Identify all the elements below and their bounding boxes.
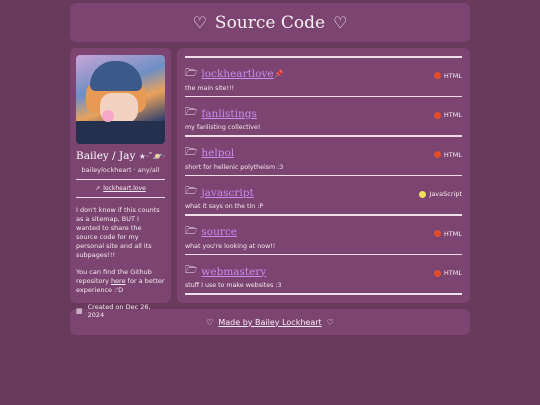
repo-language: HTML xyxy=(433,150,462,159)
repo-entry: 🗁 source what you're looking at now!! HTML xyxy=(185,216,462,254)
repo-description: what you're looking at now!! xyxy=(185,242,276,250)
repo-title-line: 🗁 fanlistings xyxy=(185,105,462,122)
repo-title-line: 🗁 helpol xyxy=(185,145,462,162)
language-color-dot xyxy=(433,230,441,237)
repo-description: my fanlisting collective! xyxy=(185,124,261,131)
profile-name-text: Bailey / Jay xyxy=(76,150,136,162)
language-label: HTML xyxy=(443,71,462,80)
page-header: ♡ Source Code ♡ xyxy=(70,3,470,42)
calendar-icon: ▦ xyxy=(76,307,83,315)
repo-link[interactable]: javascript xyxy=(201,187,253,199)
website-link[interactable]: lockheart.love xyxy=(103,185,146,192)
name-decoration: ★‧˚🪐‧ xyxy=(138,152,166,161)
language-label: HTML xyxy=(443,150,462,159)
folder-icon: 🗁 xyxy=(185,107,198,118)
profile-name: Bailey / Jay ★‧˚🪐‧ xyxy=(76,150,165,162)
repo-description: the main site!!! xyxy=(185,84,235,92)
repo-language: HTML xyxy=(433,229,462,238)
repo-title-line: 🗁 lockheartlove 📌 xyxy=(185,66,462,83)
repo-entry: 🗁 javascript what it says on the tin :P Jav… xyxy=(185,176,462,214)
repo-entry: 🗁 helpol short for hellenic polytheism :3 H… xyxy=(185,137,462,175)
repo-link[interactable]: helpol xyxy=(201,147,234,159)
folder-icon: 🗁 xyxy=(185,67,198,79)
language-color-dot xyxy=(433,269,441,277)
website-link-line: ↗ lockheart.love xyxy=(76,185,165,192)
repo-title-line: 🗁 webmastery xyxy=(185,263,462,280)
repo-title-line: 🗁 source xyxy=(185,224,462,241)
repo-description: what it says on the tin :P xyxy=(185,203,264,210)
repo-entry: 🗁 fanlistings my fanlisting collective! HTM… xyxy=(185,97,462,135)
folder-icon: 🗁 xyxy=(185,186,198,197)
repo-entry: 🗁 lockheartlove 📌 the main site!!! HTML xyxy=(185,58,462,96)
repo-language: HTML xyxy=(433,111,462,119)
repo-link[interactable]: webmastery xyxy=(201,266,266,278)
page-title: Source Code xyxy=(214,12,326,33)
pin-icon: 📌 xyxy=(274,70,284,78)
created-text: Created on Dec 26, 2024 xyxy=(87,303,151,319)
repo-entry: 🗁 webmastery stuff I use to make websites … xyxy=(185,255,462,293)
heart-icon: ♡ xyxy=(326,317,334,327)
language-label: JavaScript xyxy=(429,190,462,198)
repo-link[interactable]: fanlistings xyxy=(201,108,256,120)
avatar xyxy=(76,55,165,144)
content-row: Bailey / Jay ★‧˚🪐‧ baileylockheart · any… xyxy=(70,48,470,319)
repo-description: short for hellenic polytheism :3 xyxy=(185,163,284,171)
heart-icon: ♡ xyxy=(333,13,348,32)
repo-language: JavaScript xyxy=(419,190,462,198)
profile-sidebar: Bailey / Jay ★‧˚🪐‧ baileylockheart · any… xyxy=(70,48,171,319)
credit-link[interactable]: Made by Bailey Lockheart xyxy=(218,318,321,327)
language-color-dot xyxy=(419,190,427,198)
divider xyxy=(185,293,462,295)
created-date: ▦ Created on Dec 26, 2024 xyxy=(76,303,165,319)
divider xyxy=(76,179,165,180)
language-label: HTML xyxy=(443,229,462,238)
heart-icon: ♡ xyxy=(206,317,214,327)
github-link[interactable]: here xyxy=(111,277,126,285)
folder-icon: 🗁 xyxy=(185,146,198,158)
folder-icon: 🗁 xyxy=(185,265,198,276)
repo-list: 🗁 lockheartlove 📌 the main site!!! HTML 🗁 fanl… xyxy=(177,48,470,303)
repo-link[interactable]: source xyxy=(201,226,237,238)
bio: I don't know if this counts as a sitemap… xyxy=(76,206,165,295)
language-label: HTML xyxy=(443,111,462,119)
language-color-dot xyxy=(433,151,441,158)
folder-icon: 🗁 xyxy=(185,225,198,237)
divider xyxy=(76,197,165,198)
repo-language: HTML xyxy=(433,71,462,80)
language-color-dot xyxy=(433,111,441,119)
repo-language: HTML xyxy=(433,269,462,277)
page-frame: ♡ Source Code ♡ Bailey / Jay ★‧˚🪐‧ baile… xyxy=(70,3,470,335)
profile-handle: baileylockheart · any/all xyxy=(81,166,160,174)
external-link-icon: ↗ xyxy=(95,185,101,192)
repo-link[interactable]: lockheartlove xyxy=(201,68,273,80)
bio-paragraph: You can find the Github repository here … xyxy=(76,268,165,294)
bio-paragraph: I don't know if this counts as a sitemap… xyxy=(76,206,160,259)
heart-icon: ♡ xyxy=(192,13,207,32)
language-color-dot xyxy=(433,72,441,79)
language-label: HTML xyxy=(443,269,462,277)
repo-description: stuff I use to make websites :3 xyxy=(185,282,282,289)
